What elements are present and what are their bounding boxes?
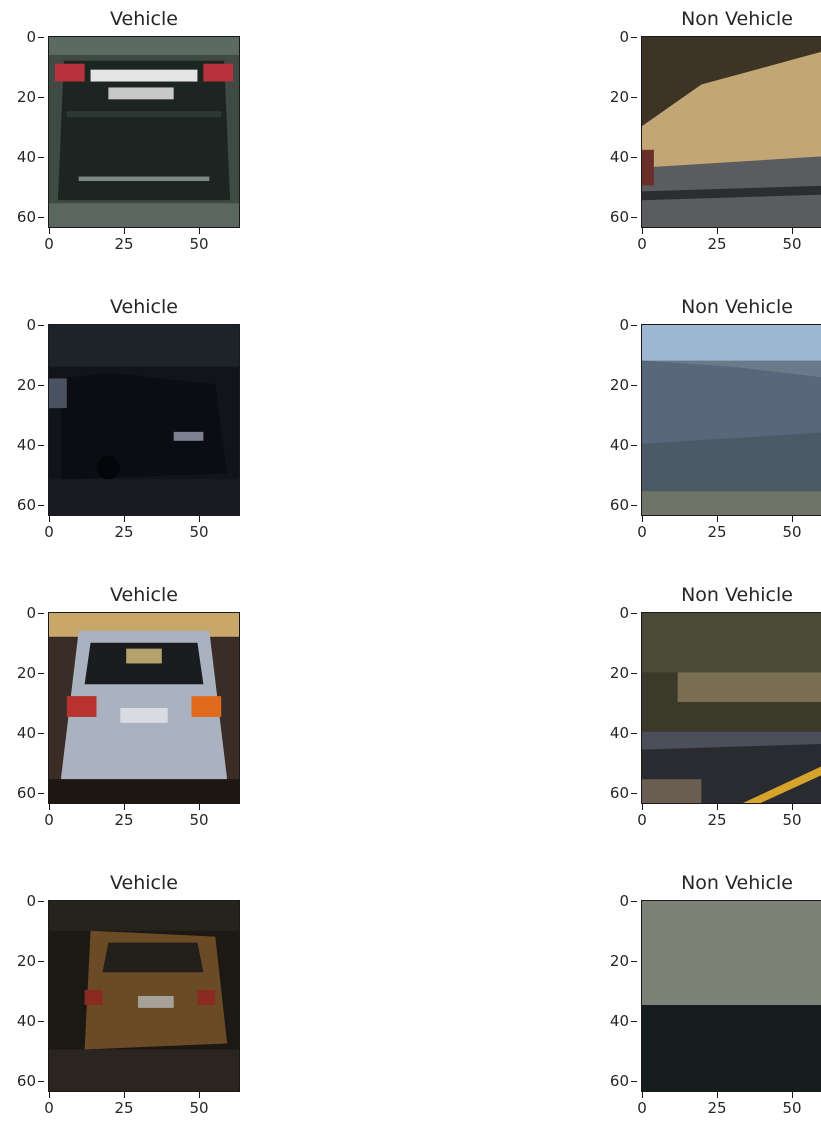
x-tick-label: 25 xyxy=(707,811,727,829)
y-tick-label: 20 xyxy=(16,376,36,394)
image-vehicle-1 xyxy=(48,36,240,228)
y-tick-label: 20 xyxy=(16,664,36,682)
y-tick-label: 60 xyxy=(16,784,36,802)
x-tick-label: 50 xyxy=(782,1099,802,1117)
y-tick-label: 20 xyxy=(609,664,629,682)
y-tick-label: 40 xyxy=(609,148,629,166)
image-vehicle-4 xyxy=(48,900,240,1092)
y-tick-label: 20 xyxy=(16,952,36,970)
x-tick-label: 50 xyxy=(782,235,802,253)
x-tick-label: 50 xyxy=(782,811,802,829)
subplot-non-vehicle-1: Non Vehicle 0 20 40 60 0 25 50 xyxy=(610,8,821,268)
y-tick-label: 60 xyxy=(609,208,629,226)
y-tick-label: 60 xyxy=(16,496,36,514)
y-tick-label: 0 xyxy=(26,604,36,622)
image-non-vehicle-1 xyxy=(641,36,821,228)
y-tick-label: 40 xyxy=(16,148,36,166)
y-tick-label: 60 xyxy=(609,784,629,802)
image-non-vehicle-2 xyxy=(641,324,821,516)
y-tick-label: 0 xyxy=(26,28,36,46)
x-tick-label: 50 xyxy=(189,523,209,541)
y-tick-label: 0 xyxy=(619,316,629,334)
x-tick-label: 50 xyxy=(782,523,802,541)
x-tick-label: 25 xyxy=(114,523,134,541)
y-tick-label: 0 xyxy=(619,28,629,46)
y-tick-label: 40 xyxy=(16,724,36,742)
subplot-vehicle-4: Vehicle 0 20 40 60 0 25 50 xyxy=(17,872,288,1132)
x-tick-label: 0 xyxy=(44,811,54,829)
subplot-title: Vehicle xyxy=(110,296,178,318)
y-tick-label: 20 xyxy=(609,88,629,106)
y-tick-label: 0 xyxy=(26,892,36,910)
y-tick-label: 0 xyxy=(619,604,629,622)
subplot-non-vehicle-3: Non Vehicle 0 20 40 60 0 25 50 xyxy=(610,584,821,844)
x-tick-label: 0 xyxy=(637,811,647,829)
y-tick-label: 20 xyxy=(609,952,629,970)
subplot-title: Vehicle xyxy=(110,872,178,894)
x-tick-label: 0 xyxy=(637,1099,647,1117)
y-tick-label: 60 xyxy=(609,496,629,514)
y-tick-label: 60 xyxy=(16,208,36,226)
subplot-title: Non Vehicle xyxy=(681,296,793,318)
y-tick-label: 40 xyxy=(609,724,629,742)
subplot-non-vehicle-2: Non Vehicle 0 20 40 60 0 25 50 xyxy=(610,296,821,556)
x-tick-label: 0 xyxy=(44,235,54,253)
y-tick-label: 0 xyxy=(619,892,629,910)
subplot-title: Non Vehicle xyxy=(681,872,793,894)
x-tick-label: 0 xyxy=(44,1099,54,1117)
y-tick-label: 40 xyxy=(609,436,629,454)
x-tick-label: 50 xyxy=(189,235,209,253)
x-tick-label: 0 xyxy=(637,523,647,541)
x-tick-label: 0 xyxy=(44,523,54,541)
subplot-vehicle-1: Vehicle 0 20 40 60 0 25 50 xyxy=(17,8,288,268)
x-tick-label: 50 xyxy=(189,811,209,829)
x-tick-label: 25 xyxy=(707,1099,727,1117)
image-vehicle-3 xyxy=(48,612,240,804)
y-tick-label: 20 xyxy=(609,376,629,394)
y-tick-label: 40 xyxy=(16,1012,36,1030)
subplot-vehicle-3: Vehicle 0 20 40 60 0 25 50 xyxy=(17,584,288,844)
y-tick-label: 60 xyxy=(609,1072,629,1090)
x-tick-label: 25 xyxy=(707,235,727,253)
image-non-vehicle-3 xyxy=(641,612,821,804)
x-tick-label: 50 xyxy=(189,1099,209,1117)
x-tick-label: 25 xyxy=(707,523,727,541)
subplot-title: Non Vehicle xyxy=(681,8,793,30)
subplot-title: Non Vehicle xyxy=(681,584,793,606)
x-tick-label: 25 xyxy=(114,811,134,829)
x-tick-label: 25 xyxy=(114,235,134,253)
y-tick-label: 20 xyxy=(16,88,36,106)
image-vehicle-2 xyxy=(48,324,240,516)
y-tick-label: 0 xyxy=(26,316,36,334)
subplot-title: Vehicle xyxy=(110,584,178,606)
x-tick-label: 25 xyxy=(114,1099,134,1117)
subplot-title: Vehicle xyxy=(110,8,178,30)
image-non-vehicle-4 xyxy=(641,900,821,1092)
y-tick-label: 40 xyxy=(609,1012,629,1030)
subplot-non-vehicle-4: Non Vehicle 0 20 40 60 0 25 50 xyxy=(610,872,821,1132)
y-tick-label: 60 xyxy=(16,1072,36,1090)
y-tick-label: 40 xyxy=(16,436,36,454)
subplot-vehicle-2: Vehicle 0 20 40 60 0 25 50 xyxy=(17,296,288,556)
x-tick-label: 0 xyxy=(637,235,647,253)
